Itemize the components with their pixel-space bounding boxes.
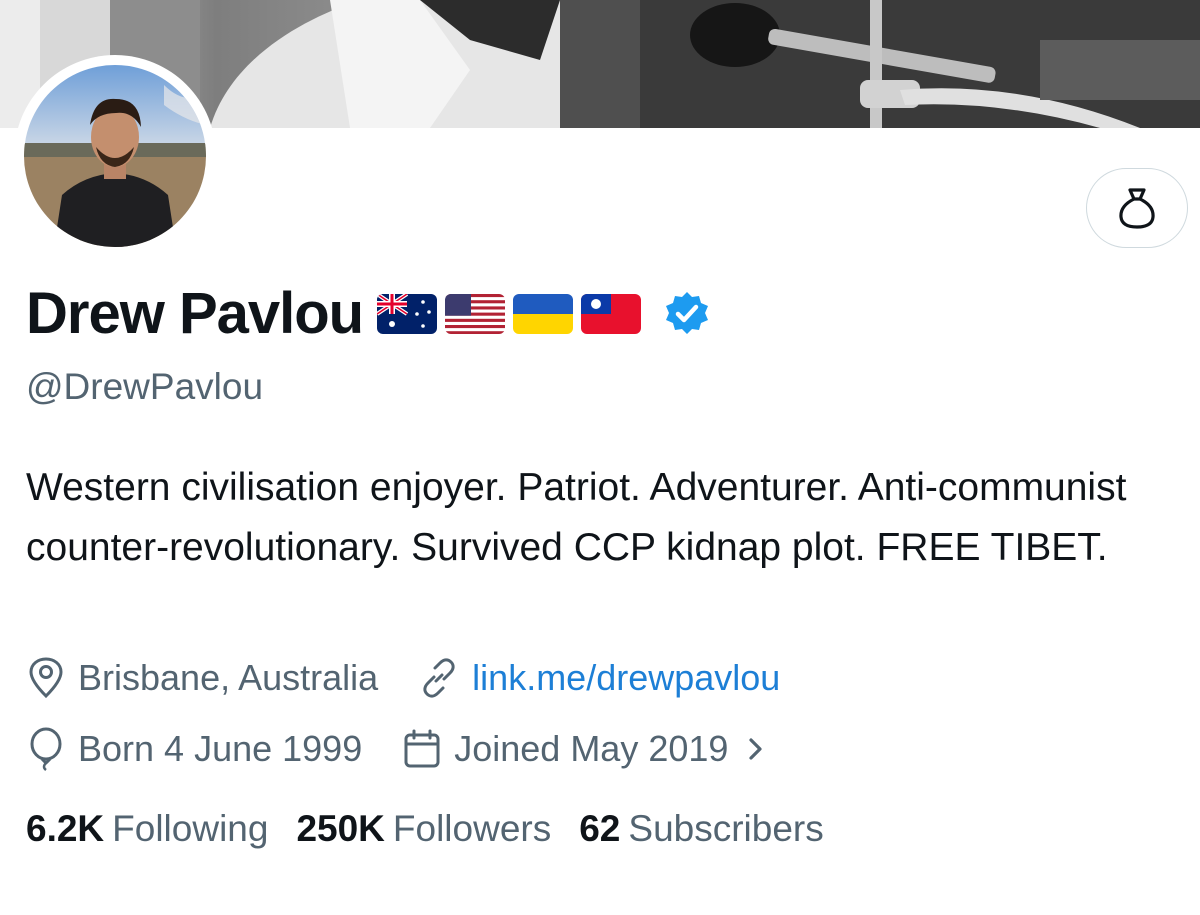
- australia-flag-icon: [377, 293, 438, 334]
- profile-meta-row-1: Brisbane, Australia link.me/drewpavlou: [26, 656, 780, 700]
- gift-button[interactable]: [1086, 168, 1188, 248]
- profile-stats: 6.2K Following 250K Followers 62 Subscriber…: [26, 808, 852, 850]
- money-bag-icon: [1119, 188, 1155, 229]
- followers-stat[interactable]: 250K Followers: [296, 808, 551, 850]
- verified-badge-icon[interactable]: [663, 290, 711, 338]
- location: Brisbane, Australia: [26, 656, 378, 700]
- following-count: 6.2K: [26, 808, 105, 849]
- link-icon: [423, 658, 455, 698]
- avatar-photo: [24, 65, 206, 247]
- chevron-right-icon[interactable]: [744, 734, 768, 764]
- following-stat[interactable]: 6.2K Following: [26, 808, 268, 850]
- profile-avatar[interactable]: [14, 55, 216, 257]
- following-label: Following: [112, 808, 269, 849]
- website[interactable]: link.me/drewpavlou: [418, 657, 780, 699]
- subscribers-stat[interactable]: 62 Subscribers: [579, 808, 824, 850]
- location-pin-icon: [29, 657, 63, 699]
- subscribers-count: 62: [579, 808, 621, 849]
- taiwan-flag-icon: [581, 293, 642, 334]
- location-text: Brisbane, Australia: [78, 657, 379, 698]
- display-name: Drew Pavlou: [26, 281, 364, 346]
- joined-date[interactable]: Joined May 2019: [402, 728, 780, 770]
- calendar-icon: [404, 729, 440, 768]
- followers-label: Followers: [392, 808, 552, 849]
- ukraine-flag-icon: [513, 293, 574, 334]
- username-handle: @DrewPavlou: [26, 366, 264, 407]
- website-link[interactable]: link.me/drewpavlou: [472, 657, 780, 699]
- followers-count: 250K: [296, 808, 385, 849]
- birthday: Born 4 June 1999: [26, 726, 362, 772]
- subscribers-label: Subscribers: [628, 808, 824, 849]
- name-row: Drew Pavlou: [26, 280, 711, 347]
- balloon-icon: [30, 727, 62, 771]
- profile-bio: Western civilisation enjoyer. Patriot. A…: [26, 466, 1127, 569]
- joined-text: Joined May 2019: [454, 728, 729, 769]
- birthday-text: Born 4 June 1999: [78, 728, 363, 769]
- profile-meta-row-2: Born 4 June 1999 Joined May 2019: [26, 726, 780, 772]
- flag-emojis: [377, 293, 642, 334]
- usa-flag-icon: [445, 293, 506, 334]
